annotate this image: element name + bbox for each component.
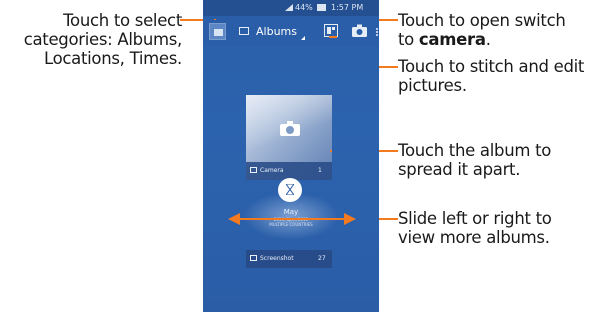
leader-select-phone <box>214 19 216 20</box>
callout-select-line2: categories: Albums, <box>23 30 183 49</box>
status-bar: 44% 1:57 PM <box>203 0 379 16</box>
battery-percent: 44% <box>295 3 313 12</box>
album-name: Camera <box>260 167 284 174</box>
hourglass-icon <box>278 178 302 202</box>
camera-icon[interactable] <box>352 24 367 37</box>
callout-camera-to: to <box>398 30 419 49</box>
callout-slide-line2: view more albums. <box>398 228 550 247</box>
arrow-right-icon <box>344 213 356 225</box>
callout-stitch-line2: pictures. <box>398 76 467 95</box>
category-dropdown[interactable]: Albums <box>256 25 297 38</box>
phone-screen: 44% 1:57 PM Albums Camera 1 May MULTIPLE… <box>203 0 379 312</box>
album-camera[interactable]: Camera 1 <box>246 95 332 180</box>
album-count: 1 <box>318 167 322 174</box>
leader-spread-on <box>330 150 332 152</box>
signal-icon <box>285 4 293 11</box>
callout-camera-line1: Touch to open switch <box>398 11 566 30</box>
arrow-left-icon <box>228 213 240 225</box>
callout-select-line3: Locations, Times. <box>44 49 182 68</box>
leader-stitch-tick <box>329 36 337 38</box>
callout-select-categories: Touch to select categories: Albums, Loca… <box>4 11 183 68</box>
date-sub-line2: MULTIPLE COUNTRIES <box>269 222 313 227</box>
callout-camera-bold: camera <box>418 30 486 49</box>
callout-stitch: Touch to stitch and edit pictures. <box>398 57 608 95</box>
album-screenshot[interactable]: Screenshot 27 <box>246 250 332 268</box>
folder-icon <box>250 167 257 173</box>
album-name: Screenshot <box>260 255 294 262</box>
camera-icon <box>280 121 300 136</box>
callout-select-line1: Touch to select <box>63 11 182 30</box>
callout-slide: Slide left or right to view more albums. <box>398 209 608 247</box>
folder-icon <box>239 27 249 35</box>
status-time: 1:57 PM <box>331 3 364 12</box>
callout-spread-line2: spread it apart. <box>398 160 521 179</box>
callout-camera-line2: to camera. <box>398 30 608 49</box>
callout-camera-period: . <box>485 30 491 49</box>
folder-icon <box>250 255 257 261</box>
battery-icon <box>317 4 326 11</box>
date-month: May <box>283 208 299 216</box>
action-bar: Albums <box>203 16 379 46</box>
callout-stitch-line1: Touch to stitch and edit <box>398 57 585 76</box>
album-count: 27 <box>318 255 326 262</box>
callout-camera: Touch to open switch to camera. <box>398 11 608 49</box>
callout-slide-line1: Slide left or right to <box>398 209 552 228</box>
dropdown-arrow-icon <box>301 36 305 40</box>
slide-arrow-line <box>236 218 348 220</box>
callout-spread: Touch the album to spread it apart. <box>398 141 608 179</box>
overflow-menu-icon[interactable] <box>376 28 378 36</box>
date-group: May 2014, 5pm, 2015 MULTIPLE COUNTRIES <box>243 178 339 240</box>
callout-spread-line1: Touch the album to <box>398 141 552 160</box>
gallery-select-icon[interactable] <box>209 23 226 40</box>
